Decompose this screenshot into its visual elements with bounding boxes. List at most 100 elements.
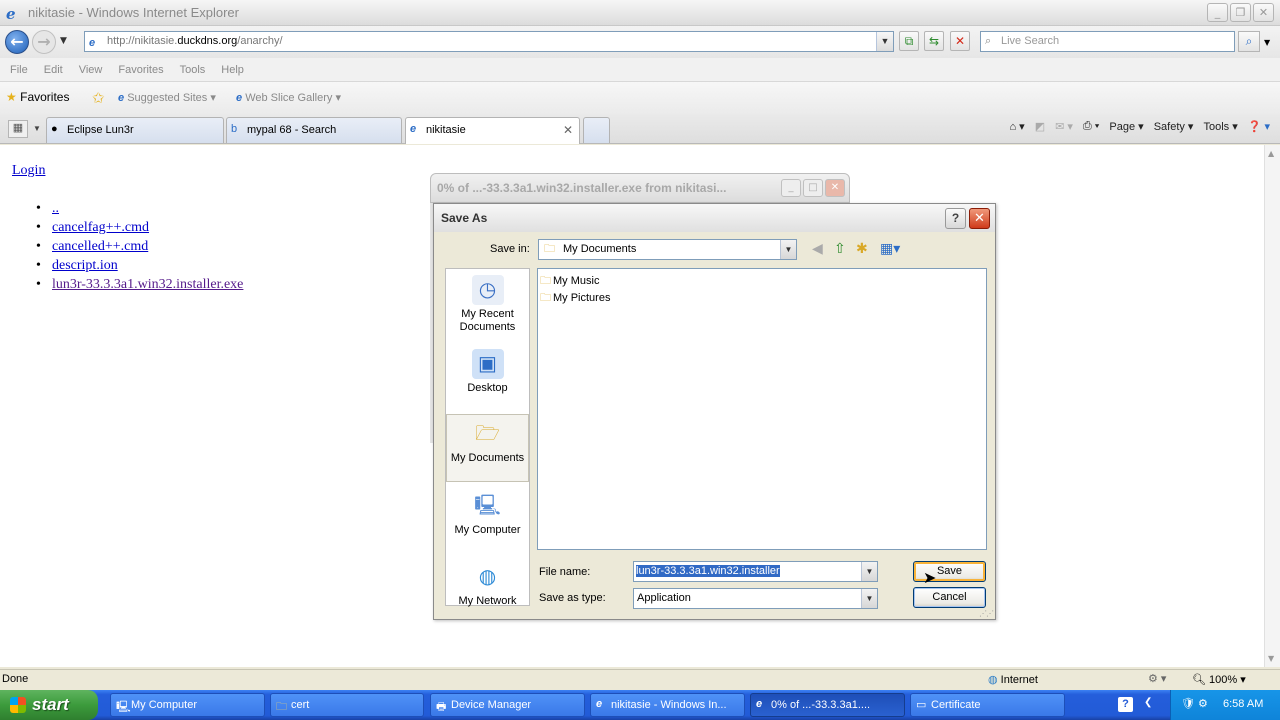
- favorites-button[interactable]: ★ Favorites: [6, 90, 69, 104]
- place-my-computer[interactable]: 🖳 My Computer: [446, 491, 529, 537]
- scroll-down-arrow[interactable]: ▼: [1268, 654, 1274, 663]
- read-mail-icon[interactable]: ✉ ▾: [1055, 120, 1073, 133]
- help-icon[interactable]: ❓ ▾: [1248, 120, 1270, 133]
- taskbar-item-cert[interactable]: 🗀 cert: [270, 693, 424, 717]
- file-link-cancelled[interactable]: cancelled++.cmd: [36, 239, 243, 258]
- refresh-icon[interactable]: ⇆: [924, 31, 944, 51]
- menu-help[interactable]: Help: [221, 64, 244, 76]
- stop-icon[interactable]: ✕: [950, 31, 970, 51]
- chevron-down-icon[interactable]: ▼: [780, 240, 796, 259]
- download-maximize-button[interactable]: □: [803, 179, 823, 197]
- task-label: Device Manager: [451, 699, 532, 711]
- file-list-pane[interactable]: 🗀 My Music 🗀 My Pictures: [537, 268, 987, 550]
- start-button[interactable]: start: [0, 690, 98, 720]
- file-link-installer[interactable]: lun3r-33.3.3a1.win32.installer.exe: [36, 277, 243, 296]
- recent-documents-icon: ◷: [471, 275, 504, 305]
- dialog-close-button[interactable]: ✕: [969, 208, 990, 229]
- menu-view[interactable]: View: [79, 64, 103, 76]
- download-progress-window[interactable]: 0% of ...-33.3.3a1.win32.installer.exe f…: [430, 173, 850, 203]
- zoom-level: 100%: [1209, 674, 1238, 686]
- file-name-input[interactable]: lun3r-33.3.3a1.win32.installer ▼: [633, 561, 878, 582]
- chevron-down-icon[interactable]: ▼: [861, 562, 877, 581]
- zoom-control[interactable]: 🔍︎ 100% ▾: [1192, 673, 1246, 686]
- help-tray-icon[interactable]: ?: [1118, 697, 1133, 712]
- quick-tabs-icon[interactable]: ▦: [8, 120, 28, 138]
- device-manager-icon: 🖶: [436, 701, 447, 713]
- address-dropdown-button[interactable]: ▼: [876, 32, 893, 51]
- status-text: Done: [2, 673, 29, 685]
- print-icon[interactable]: ⎙ ▾: [1083, 120, 1099, 133]
- folder-my-pictures[interactable]: 🗀 My Pictures: [540, 289, 610, 308]
- scroll-up-arrow[interactable]: ▲: [1268, 149, 1274, 158]
- new-folder-icon[interactable]: ✱: [856, 241, 868, 257]
- suggested-sites-link[interactable]: e Suggested Sites ▾: [118, 91, 216, 104]
- download-close-button[interactable]: ✕: [825, 179, 845, 197]
- home-icon[interactable]: ⌂ ▾: [1009, 120, 1024, 133]
- menu-file[interactable]: File: [10, 64, 28, 76]
- taskbar-item-download[interactable]: e 0% of ...-33.3.3a1....: [750, 693, 905, 717]
- dialog-help-button[interactable]: ?: [945, 208, 966, 229]
- tab-list-dropdown[interactable]: ▼: [33, 124, 41, 133]
- save-as-type-dropdown[interactable]: Application ▼: [633, 588, 878, 609]
- clock[interactable]: 6:58 AM: [1223, 698, 1263, 710]
- taskbar-item-certificate[interactable]: ▭ Certificate: [910, 693, 1065, 717]
- views-menu-icon[interactable]: ▦▾: [880, 241, 900, 257]
- search-input[interactable]: ⌕ Live Search: [980, 31, 1235, 52]
- file-link-cancelfag[interactable]: cancelfag++.cmd: [36, 220, 243, 239]
- download-minimize-button[interactable]: _: [781, 179, 801, 197]
- window-title: nikitasie - Windows Internet Explorer: [28, 5, 239, 20]
- page-menu[interactable]: Page ▾: [1109, 120, 1143, 133]
- resize-grip-icon[interactable]: ⋰⋰: [979, 609, 994, 618]
- my-network-icon: ◍: [478, 566, 497, 588]
- save-in-dropdown[interactable]: 🗀 My Documents ▼: [538, 239, 797, 260]
- cancel-button[interactable]: Cancel: [913, 587, 986, 608]
- chevron-down-icon[interactable]: ▼: [861, 589, 877, 608]
- back-button[interactable]: ←: [5, 30, 29, 54]
- place-my-documents[interactable]: 🗁 My Documents: [446, 414, 529, 482]
- taskbar-item-my-computer[interactable]: 🖳 My Computer: [110, 693, 265, 717]
- place-desktop[interactable]: ▣ Desktop: [446, 349, 529, 395]
- protected-mode-icon[interactable]: ⚙ ▾: [1148, 672, 1166, 685]
- tab-mypal-search[interactable]: b mypal 68 - Search: [226, 117, 402, 143]
- safety-menu[interactable]: Safety ▾: [1154, 120, 1194, 133]
- address-bar[interactable]: e http://nikitasie.duckdns.org/anarchy/ ▼: [84, 31, 894, 52]
- taskbar-item-device-manager[interactable]: 🖶 Device Manager: [430, 693, 585, 717]
- feeds-icon[interactable]: ◩: [1035, 120, 1045, 133]
- windows-flag-icon: [10, 697, 26, 713]
- taskbar-item-internet-explorer[interactable]: e nikitasie - Windows In...: [590, 693, 745, 717]
- tab-eclipse-lun3r[interactable]: ● Eclipse Lun3r: [46, 117, 224, 143]
- menu-edit[interactable]: Edit: [44, 64, 63, 76]
- tools-menu[interactable]: Tools ▾: [1203, 120, 1237, 133]
- place-my-recent-documents[interactable]: ◷ My Recent Documents: [446, 275, 529, 334]
- forward-button[interactable]: →: [32, 30, 56, 54]
- shield-icon[interactable]: 🛡︎ ⚙: [1181, 697, 1208, 710]
- menu-tools[interactable]: Tools: [180, 64, 206, 76]
- place-label: My Recent Documents: [459, 308, 516, 333]
- new-tab-button[interactable]: [583, 117, 610, 143]
- file-link-parent[interactable]: ..: [36, 201, 243, 220]
- minimize-button[interactable]: _: [1207, 3, 1228, 22]
- tab-nikitasie[interactable]: e nikitasie ✕: [405, 117, 580, 144]
- file-link-descript[interactable]: descript.ion: [36, 258, 243, 277]
- web-slice-gallery-link[interactable]: e Web Slice Gallery ▾: [236, 91, 341, 104]
- up-one-level-icon[interactable]: ⇧: [834, 241, 846, 257]
- vertical-scrollbar[interactable]: ▲ ▼: [1264, 145, 1280, 667]
- compatibility-view-icon[interactable]: ⧉: [899, 31, 919, 51]
- chevron-left-icon[interactable]: ❮: [1144, 697, 1152, 708]
- close-button[interactable]: ✕: [1253, 3, 1274, 22]
- security-zone[interactable]: ◍ Internet: [988, 673, 1038, 686]
- desktop-icon: ▣: [471, 349, 504, 379]
- add-to-favorites-icon[interactable]: ✩: [92, 89, 105, 107]
- back-folder-icon[interactable]: ◀: [812, 241, 823, 257]
- login-link[interactable]: Login: [12, 163, 45, 179]
- search-options-dropdown[interactable]: ▼: [1264, 38, 1270, 47]
- menu-favorites[interactable]: Favorites: [118, 64, 163, 76]
- search-go-button[interactable]: ⌕: [1238, 31, 1260, 52]
- menu-bar: File Edit View Favorites Tools Help: [0, 58, 1280, 82]
- recent-pages-dropdown[interactable]: ▼: [60, 36, 67, 46]
- place-my-network[interactable]: ◍ My Network: [446, 562, 529, 608]
- tab-label: mypal 68 - Search: [247, 124, 337, 136]
- close-tab-icon[interactable]: ✕: [563, 123, 573, 137]
- search-icon: ⌕: [985, 35, 992, 47]
- maximize-button[interactable]: ❐: [1230, 3, 1251, 22]
